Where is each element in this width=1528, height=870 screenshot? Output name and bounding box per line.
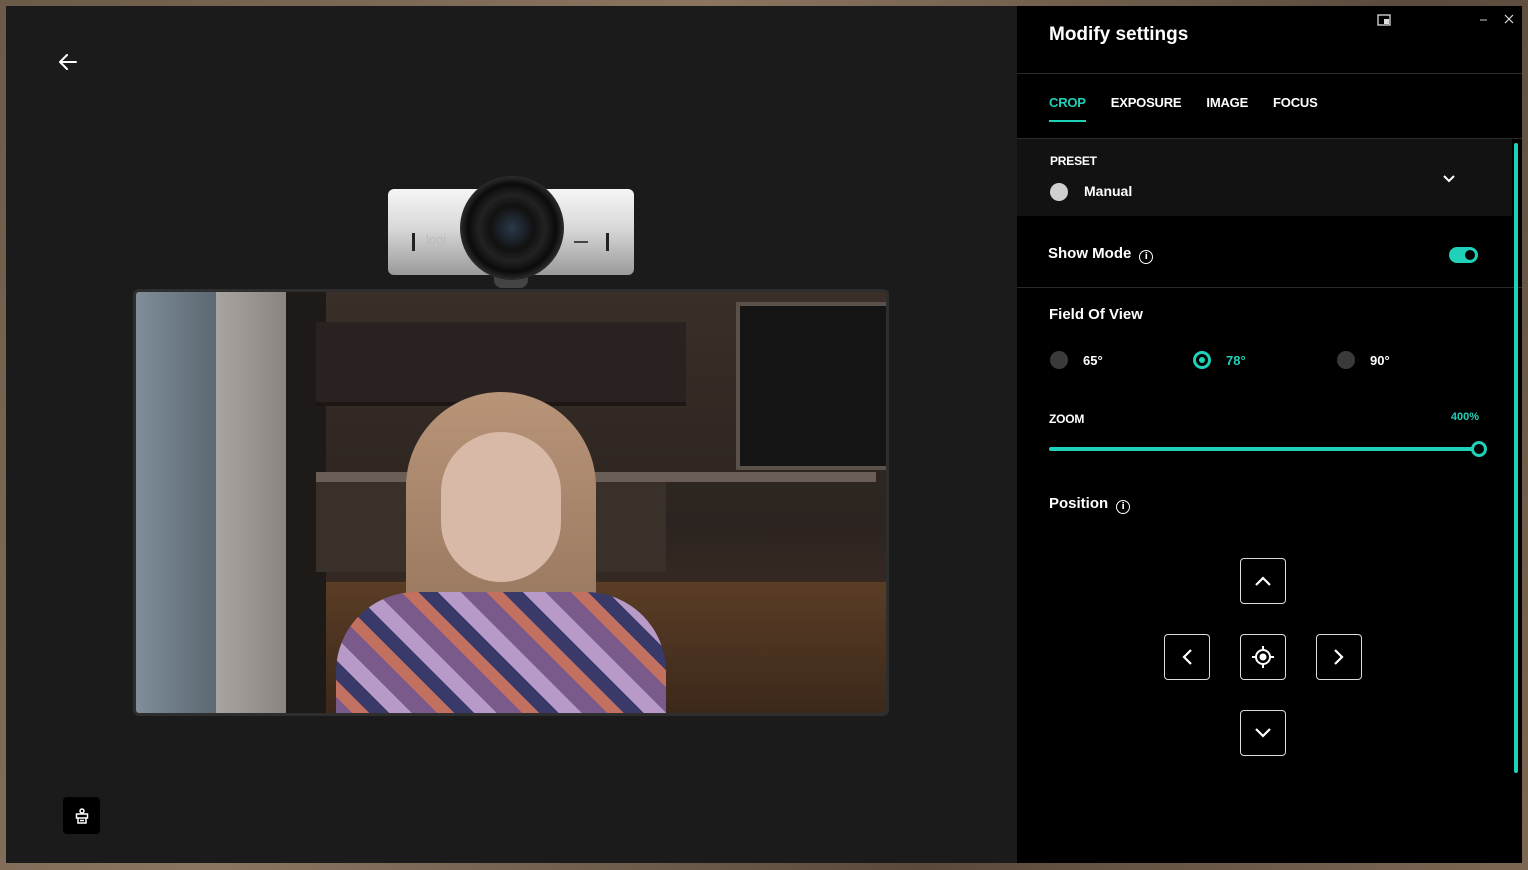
crosshair-icon <box>1252 646 1274 668</box>
settings-panel: Modify settings CROP EXPOSURE IMAGE FOCU… <box>1017 6 1522 863</box>
camera-logo: logi <box>426 232 447 247</box>
position-label: Position <box>1049 495 1109 512</box>
minimize-icon <box>1479 19 1487 20</box>
chevron-down-icon <box>1443 175 1455 183</box>
field-of-view-label: Field Of View <box>1049 306 1143 323</box>
zoom-label: ZOOM <box>1049 412 1085 426</box>
tab-focus[interactable]: FOCUS <box>1273 95 1318 122</box>
chevron-left-icon <box>1182 649 1192 665</box>
back-button[interactable] <box>54 50 82 74</box>
preset-expand-button[interactable] <box>1439 169 1459 189</box>
webcam-illustration: logi <box>388 176 634 288</box>
radio-button <box>1337 351 1355 369</box>
preset-label: PRESET <box>1050 154 1097 168</box>
app-window: logi Modify settings CROP EXPOSURE IMAGE… <box>6 6 1522 863</box>
snap-layout-icon <box>1377 14 1391 26</box>
webcam-stand-button[interactable] <box>63 797 100 834</box>
camera-preview <box>133 289 889 716</box>
preset-value: Manual <box>1084 183 1133 199</box>
minimize-button[interactable] <box>1470 6 1496 32</box>
panel-title: Modify settings <box>1049 24 1189 45</box>
chevron-up-icon <box>1255 576 1271 586</box>
panel-scrollbar[interactable] <box>1514 143 1518 773</box>
zoom-slider-thumb[interactable] <box>1471 441 1487 457</box>
fov-label: 78° <box>1226 352 1246 368</box>
info-icon[interactable]: i <box>1139 250 1154 264</box>
tab-crop[interactable]: CROP <box>1049 95 1086 122</box>
preset-dropdown[interactable]: PRESET Manual <box>1017 139 1512 216</box>
fov-option-78[interactable]: 78° <box>1193 351 1246 369</box>
header-divider <box>1017 73 1522 74</box>
preset-color-dot <box>1050 183 1068 201</box>
zoom-slider[interactable] <box>1049 441 1487 457</box>
fov-label: 65° <box>1083 352 1103 368</box>
recenter-button[interactable] <box>1240 634 1286 680</box>
arrow-left-icon <box>59 54 77 70</box>
info-icon[interactable]: i <box>1116 500 1131 514</box>
window-controls <box>1470 6 1522 32</box>
preview-stage: logi <box>6 6 1017 863</box>
person-in-frame <box>336 392 666 713</box>
position-row: Position i <box>1049 495 1131 514</box>
show-mode-divider <box>1017 287 1522 288</box>
tab-exposure[interactable]: EXPOSURE <box>1111 95 1182 122</box>
close-icon <box>1504 14 1514 24</box>
show-mode-row: Show Mode i <box>1048 245 1154 264</box>
tab-image[interactable]: IMAGE <box>1206 95 1248 122</box>
show-mode-toggle[interactable] <box>1449 247 1478 263</box>
fov-option-65[interactable]: 65° <box>1050 351 1103 369</box>
settings-tabs: CROP EXPOSURE IMAGE FOCUS <box>1049 95 1318 122</box>
fov-label: 90° <box>1370 352 1390 368</box>
pan-down-button[interactable] <box>1240 710 1286 756</box>
webcam-stand-icon <box>75 807 88 824</box>
pan-right-button[interactable] <box>1316 634 1362 680</box>
chevron-down-icon <box>1255 728 1271 738</box>
pan-up-button[interactable] <box>1240 558 1286 604</box>
chevron-right-icon <box>1334 649 1344 665</box>
pan-left-button[interactable] <box>1164 634 1210 680</box>
snap-layout-button[interactable] <box>1374 10 1394 30</box>
camera-lens <box>460 176 564 280</box>
close-button[interactable] <box>1496 6 1522 32</box>
radio-button-selected <box>1193 351 1211 369</box>
zoom-value: 400% <box>1450 411 1479 423</box>
radio-button <box>1050 351 1068 369</box>
fov-option-90[interactable]: 90° <box>1337 351 1390 369</box>
zoom-slider-fill <box>1049 447 1479 451</box>
show-mode-label: Show Mode <box>1048 245 1132 262</box>
